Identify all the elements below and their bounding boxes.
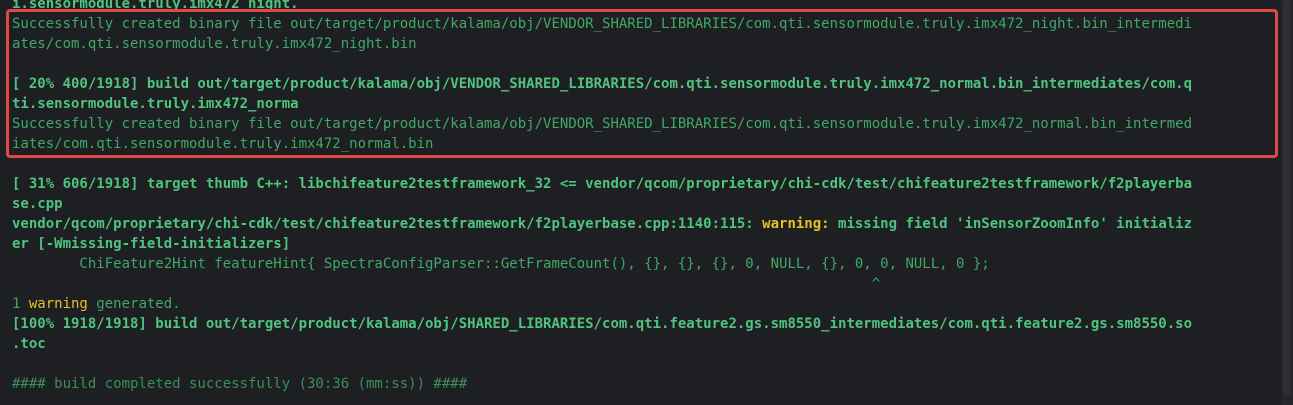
vertical-scrollbar[interactable] [1281,0,1293,405]
terminal-line: [100% 1918/1918] build out/target/produc… [12,314,1274,334]
terminal-text-segment: missing field 'inSensorZoomInfo' initial… [829,216,1193,232]
terminal-text-segment: warning [28,296,88,312]
terminal-line: [ 20% 400/1918] build out/target/product… [12,74,1274,94]
terminal-line: i.sensormodule.truly.imx472_night. [12,0,1274,14]
terminal-text-segment: ti.sensormodule.truly.imx472_norma [12,96,299,112]
terminal-text-segment: iates/com.qti.sensormodule.truly.imx472_… [12,136,434,152]
terminal-text-segment: warning: [762,216,830,232]
terminal-line: iates/com.qti.sensormodule.truly.imx472_… [12,134,1274,154]
terminal-line: ChiFeature2Hint featureHint{ SpectraConf… [12,254,1274,274]
terminal-text-segment: vendor/qcom/proprietary/chi-cdk/test/chi… [12,216,763,232]
terminal-line: Successfully created binary file out/tar… [12,14,1274,34]
terminal-text-segment: se.cpp [12,196,63,212]
terminal-line: #### build completed successfully (30:36… [12,374,1274,394]
terminal-line: 1 warning generated. [12,294,1274,314]
terminal-line: ates/com.qti.sensormodule.truly.imx472_n… [12,34,1274,54]
terminal-text-segment: i.sensormodule.truly.imx472_night. [12,0,299,12]
terminal-text-segment: er [-Wmissing-field-initializers] [12,236,291,252]
terminal-line: .toc [12,334,1274,354]
terminal-text-segment: ^ [12,276,881,292]
terminal-text-segment: generated. [87,296,181,312]
terminal-line: Successfully created binary file out/tar… [12,114,1274,134]
terminal-line: vendor/qcom/proprietary/chi-cdk/test/chi… [12,214,1274,234]
terminal-text-segment: [ 31% 606/1918] target thumb C++: libchi… [12,176,1193,192]
terminal-line: er [-Wmissing-field-initializers] [12,234,1274,254]
terminal-text-segment: Successfully created binary file out/tar… [12,116,1193,132]
terminal-text-segment: [ 20% 400/1918] build out/target/product… [12,76,1193,92]
terminal-text-segment: #### build completed successfully (30:36… [12,376,468,392]
terminal-line: ^ [12,274,1274,294]
terminal-line: [ 31% 606/1918] target thumb C++: libchi… [12,174,1274,194]
terminal-text-segment: [100% 1918/1918] build out/target/produc… [12,316,1193,332]
terminal-text-segment: Successfully created binary file out/tar… [12,16,1193,32]
terminal-line: ti.sensormodule.truly.imx472_norma [12,94,1274,114]
terminal-text-segment: ChiFeature2Hint featureHint{ SpectraConf… [12,256,990,272]
terminal-text-segment: ates/com.qti.sensormodule.truly.imx472_n… [12,36,417,52]
scrollbar-thumb[interactable] [1283,0,1291,395]
terminal-output: i.sensormodule.truly.imx472_night. Succes… [12,0,1274,394]
terminal-line: se.cpp [12,194,1274,214]
terminal-window[interactable]: i.sensormodule.truly.imx472_night. Succes… [0,0,1293,405]
terminal-text-segment: 1 [12,296,29,312]
terminal-text-segment: .toc [12,336,46,352]
